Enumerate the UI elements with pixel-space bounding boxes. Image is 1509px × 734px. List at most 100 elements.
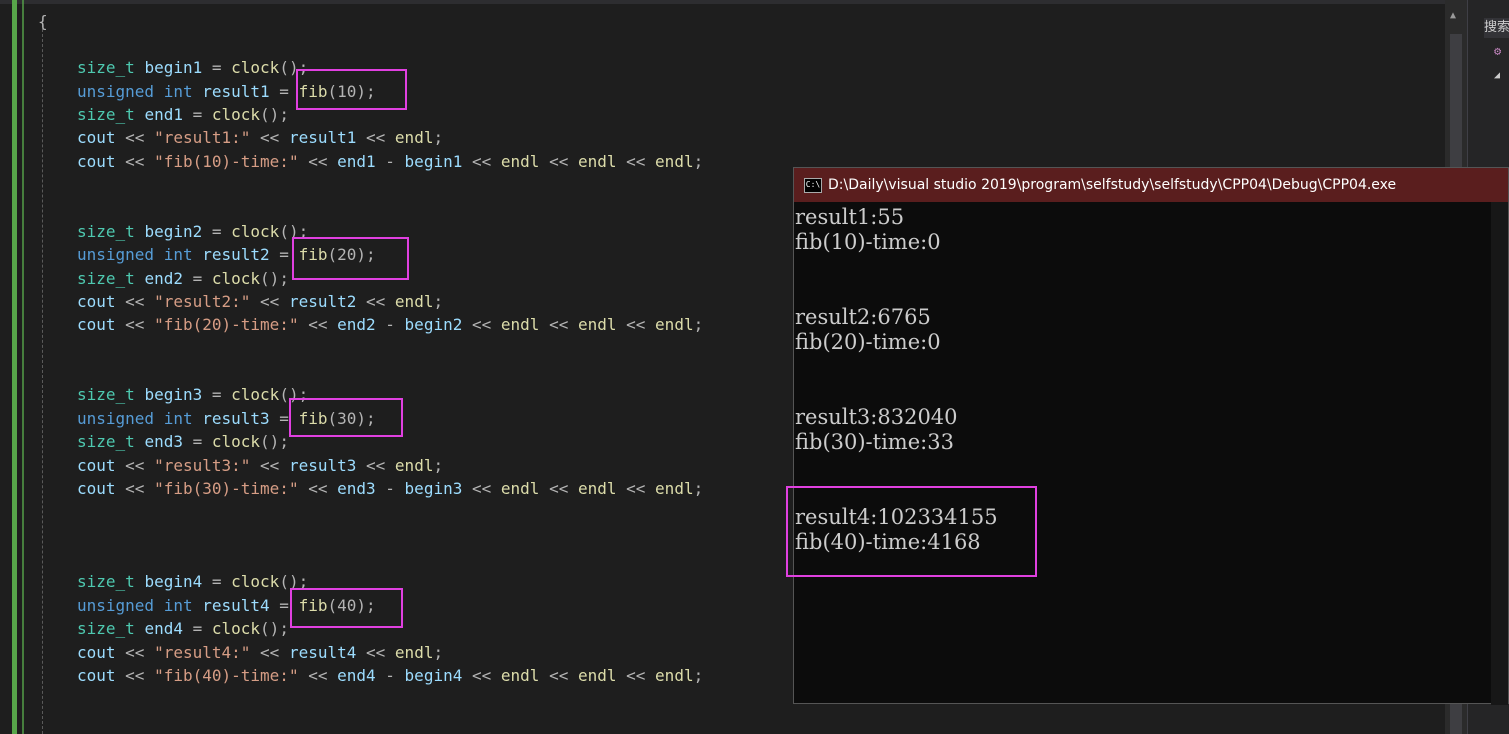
code-token: result3 [288, 456, 367, 475]
highlight-box-fib40 [290, 588, 403, 628]
code-token: endl [394, 292, 434, 311]
code-token: ; [693, 666, 704, 685]
code-token: "result3:" [154, 456, 261, 475]
code-token: << [308, 315, 338, 334]
code-token: << [549, 152, 578, 171]
code-token: endl [577, 479, 627, 498]
code-token: = [211, 572, 232, 591]
code-token: endl [500, 315, 550, 334]
code-token: endl [655, 152, 694, 171]
highlight-box-result4-output [786, 486, 1037, 577]
code-token: clock [211, 432, 261, 451]
code-token: result1 [288, 128, 367, 147]
code-token: begin4 [144, 572, 212, 591]
code-token: << [308, 666, 338, 685]
code-token: end4 [144, 619, 193, 638]
code-token: begin4 [404, 666, 472, 685]
code-token: result2 [288, 292, 367, 311]
console-output-line: result2:6765 [795, 305, 931, 329]
search-input[interactable]: 搜索 [1484, 18, 1509, 38]
code-line-e1[interactable]: size_t end1 = clock(); [77, 105, 289, 125]
code-token: ; [433, 456, 444, 475]
code-token: << [366, 456, 395, 475]
code-line-b3[interactable]: size_t begin3 = clock(); [77, 385, 308, 405]
code-token: << [549, 315, 578, 334]
code-token: << [260, 643, 289, 662]
code-token: begin3 [144, 385, 212, 404]
console-output-line: result1:55 [795, 205, 905, 229]
code-token: (); [260, 432, 289, 451]
code-line-e3[interactable]: size_t end3 = clock(); [77, 432, 289, 452]
code-token: << [471, 479, 501, 498]
code-token: - [385, 315, 405, 334]
code-line-c2a[interactable]: cout << "result2:" << result2 << endl; [77, 292, 443, 312]
code-token: << [125, 315, 155, 334]
code-token: unsigned int [77, 82, 203, 101]
code-token: endl [500, 479, 550, 498]
code-token: endl [500, 666, 550, 685]
code-token: = [192, 619, 212, 638]
code-line-c1b[interactable]: cout << "fib(10)-time:" << end1 - begin1… [77, 152, 703, 172]
console-output-line: fib(20)-time:0 [795, 330, 941, 354]
code-token: endl [577, 152, 627, 171]
code-token: size_t [77, 105, 145, 124]
code-token: unsigned int [77, 409, 203, 428]
code-token: (); [260, 105, 289, 124]
code-line-b1[interactable]: size_t begin1 = clock(); [77, 58, 308, 78]
purple-gear-icon[interactable]: ⚙ [1494, 44, 1501, 58]
code-line-e2[interactable]: size_t end2 = clock(); [77, 269, 289, 289]
triangle-icon[interactable]: ◢ [1494, 70, 1500, 81]
code-token: size_t [77, 58, 145, 77]
console-window[interactable]: C:\ D:\Daily\visual studio 2019\program\… [793, 167, 1509, 705]
code-token: << [626, 666, 656, 685]
code-token: result1 [202, 82, 280, 101]
console-title: D:\Daily\visual studio 2019\program\self… [828, 177, 1397, 193]
code-token: << [626, 479, 656, 498]
code-token: result4 [202, 596, 280, 615]
code-token: << [125, 479, 155, 498]
scroll-up-arrow-icon[interactable]: ▲ [1450, 10, 1456, 21]
code-line-b4[interactable]: size_t begin4 = clock(); [77, 572, 308, 592]
code-line-b2[interactable]: size_t begin2 = clock(); [77, 222, 308, 242]
code-token: cout [77, 315, 126, 334]
code-token: size_t [77, 385, 145, 404]
code-token: "result4:" [154, 643, 261, 662]
code-token: << [308, 479, 338, 498]
code-token: = [192, 432, 212, 451]
code-token: endl [655, 479, 694, 498]
code-token: size_t [77, 572, 145, 591]
highlight-box-fib30 [289, 398, 403, 437]
code-token: { [38, 12, 48, 31]
console-titlebar[interactable]: C:\ D:\Daily\visual studio 2019\program\… [794, 168, 1508, 202]
code-token: cout [77, 666, 126, 685]
code-line-c3a[interactable]: cout << "result3:" << result3 << endl; [77, 456, 443, 476]
code-token: (); [260, 269, 289, 288]
code-token: endl [394, 643, 434, 662]
code-token: << [366, 643, 395, 662]
code-token: << [125, 128, 155, 147]
code-line-c2b[interactable]: cout << "fib(20)-time:" << end2 - begin2… [77, 315, 703, 335]
code-token: unsigned int [77, 245, 203, 264]
code-token: clock [231, 58, 280, 77]
highlight-box-fib20 [292, 237, 409, 280]
code-token: << [471, 315, 501, 334]
code-token: begin3 [404, 479, 472, 498]
code-line-c1a[interactable]: cout << "result1:" << result1 << endl; [77, 128, 443, 148]
code-token: size_t [77, 432, 145, 451]
console-scrollbar[interactable] [1491, 202, 1508, 705]
code-token: << [626, 152, 656, 171]
code-token: size_t [77, 269, 145, 288]
code-line-e4[interactable]: size_t end4 = clock(); [77, 619, 289, 639]
code-token: end4 [337, 666, 386, 685]
code-token: cout [77, 456, 126, 475]
code-line-brace[interactable]: { [38, 12, 48, 32]
code-token: ; [693, 152, 704, 171]
code-token: end2 [337, 315, 386, 334]
code-line-c4a[interactable]: cout << "result4:" << result4 << endl; [77, 643, 443, 663]
code-line-c4b[interactable]: cout << "fib(40)-time:" << end4 - begin4… [77, 666, 703, 686]
code-token: << [366, 128, 395, 147]
code-line-c3b[interactable]: cout << "fib(30)-time:" << end3 - begin3… [77, 479, 703, 499]
console-output-line: result3:832040 [795, 405, 958, 429]
code-token: clock [211, 619, 261, 638]
code-token: end1 [144, 105, 193, 124]
